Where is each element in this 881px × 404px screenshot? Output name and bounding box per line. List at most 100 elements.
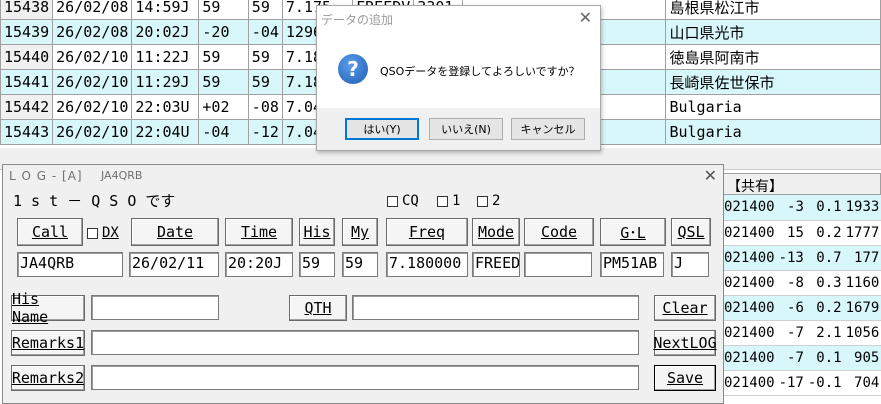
table-row[interactable]: 021400 -13 0.7 177 — [722, 245, 881, 271]
table-row[interactable]: 021400 -8 0.3 1160 — [722, 270, 881, 296]
call-field[interactable]: JA4QRB — [17, 252, 123, 277]
his-name-field[interactable] — [91, 295, 219, 320]
code-button[interactable]: Code — [524, 218, 594, 246]
cell-qth[interactable]: 島根県松江市 — [665, 0, 881, 20]
right-cell: -13 — [776, 245, 806, 271]
cell-date[interactable]: 26/02/10 — [52, 94, 133, 120]
cell-my[interactable]: -12 — [247, 119, 283, 145]
cell-date[interactable]: 26/02/08 — [52, 19, 133, 45]
nextlog-button[interactable]: NextLOG — [653, 330, 717, 356]
call-button[interactable]: Call — [17, 218, 83, 246]
table-row[interactable]: 021400 15 0.2 1777 — [722, 220, 881, 246]
table-row[interactable]: 021400 -3 0.1 1933 — [722, 195, 881, 221]
right-cell: 021400 — [722, 270, 777, 296]
right-cell: -7 — [776, 345, 806, 371]
cell-qth[interactable]: 山口県光市 — [665, 19, 881, 45]
gl-button[interactable]: G･L — [600, 218, 666, 246]
remarks1-field[interactable] — [91, 330, 639, 355]
qsl-field[interactable]: J — [671, 252, 709, 277]
right-cell: 1056 — [843, 320, 881, 346]
remarks2-field[interactable] — [91, 365, 639, 390]
cell-time[interactable]: 11:22J — [131, 44, 200, 70]
right-cell: 0.7 — [805, 245, 844, 271]
cell-num[interactable]: 15442 — [0, 94, 54, 120]
right-cell: -0.1 — [805, 370, 844, 396]
cell-time[interactable]: 11:29J — [131, 69, 200, 95]
cell-date[interactable]: 26/02/10 — [52, 69, 133, 95]
dx-checkbox[interactable]: DX — [87, 225, 119, 241]
right-cell: 0.2 — [805, 220, 844, 246]
save-button[interactable]: Save — [654, 365, 716, 391]
cell-date[interactable]: 26/02/10 — [52, 44, 133, 70]
freq-button[interactable]: Freq — [386, 218, 468, 246]
cancel-button[interactable]: キャンセル — [511, 118, 585, 140]
dialog-titlebar[interactable]: データの追加 ✕ — [317, 6, 600, 31]
my-field[interactable]: 59 — [342, 252, 378, 277]
cell-my[interactable]: 59 — [247, 0, 283, 20]
yes-button[interactable]: はい(Y) — [345, 118, 419, 140]
code-field[interactable] — [524, 252, 592, 277]
cell-my[interactable]: 59 — [247, 69, 283, 95]
table-row[interactable]: 021400 -7 2.1 1056 — [722, 320, 881, 346]
log-titlebar[interactable]: L O G - [A] JA4QRB ✕ — [3, 165, 723, 187]
qth-button[interactable]: QTH — [289, 295, 347, 321]
cell-date[interactable]: 26/02/10 — [52, 119, 133, 145]
cell-num[interactable]: 15443 — [0, 119, 54, 145]
close-icon[interactable]: ✕ — [579, 8, 592, 27]
close-icon[interactable]: ✕ — [704, 166, 717, 185]
gl-field[interactable]: PM51AB — [600, 252, 664, 277]
time-field[interactable]: 20:20J — [225, 252, 293, 277]
cell-qth[interactable]: Bulgaria — [665, 119, 881, 145]
his-name-button[interactable]: His Name — [11, 290, 85, 326]
cell-qth[interactable]: 徳島県阿南市 — [665, 44, 881, 70]
cell-qth[interactable]: Bulgaria — [665, 94, 881, 120]
cell-date[interactable]: 26/02/08 — [52, 0, 133, 20]
cell-his[interactable]: -04 — [198, 119, 249, 145]
freq-field[interactable]: 7.180000 — [386, 252, 468, 277]
cell-my[interactable]: -08 — [247, 94, 283, 120]
no-button[interactable]: いいえ(N) — [429, 118, 503, 140]
remarks1-button[interactable]: Remarks1 — [11, 330, 85, 356]
right-table: 021400 -3 0.1 1933 021400 15 0.2 1777 021400 -13 0… — [722, 195, 881, 396]
cell-my[interactable]: -04 — [247, 19, 283, 45]
cell-my[interactable]: 59 — [247, 44, 283, 70]
his-field[interactable]: 59 — [299, 252, 335, 277]
cell-time[interactable]: 22:03U — [131, 94, 200, 120]
table-row[interactable]: 021400 -6 0.2 1679 — [722, 295, 881, 321]
cell-num[interactable]: 15441 — [0, 69, 54, 95]
right-cell: 905 — [843, 345, 881, 371]
clear-button[interactable]: Clear — [654, 295, 716, 321]
mode-field[interactable]: FREEDV — [472, 252, 520, 277]
dialog-footer: はい(Y) いいえ(N) キャンセル — [317, 108, 600, 150]
one-checkbox[interactable]: 1 — [437, 193, 460, 209]
cell-his[interactable]: 59 — [198, 44, 249, 70]
cell-qth[interactable]: 長崎県佐世保市 — [665, 69, 881, 95]
remarks2-button[interactable]: Remarks2 — [11, 365, 85, 391]
date-field[interactable]: 26/02/11 — [129, 252, 219, 277]
two-label: 2 — [492, 193, 501, 209]
two-checkbox[interactable]: 2 — [477, 193, 500, 209]
cell-time[interactable]: 22:04U — [131, 119, 200, 145]
right-cell: 021400 — [722, 295, 777, 321]
table-row[interactable]: 021400 -17 -0.1 704 — [722, 370, 881, 396]
right-cell: 021400 — [722, 195, 777, 221]
cell-his[interactable]: +02 — [198, 94, 249, 120]
time-button[interactable]: Time — [225, 218, 293, 246]
cell-num[interactable]: 15438 — [0, 0, 54, 20]
cell-his[interactable]: -20 — [198, 19, 249, 45]
cq-checkbox[interactable]: CQ — [387, 193, 419, 209]
mode-button[interactable]: Mode — [472, 218, 520, 246]
cell-num[interactable]: 15440 — [0, 44, 54, 70]
qsl-button[interactable]: QSL — [671, 218, 711, 246]
my-button[interactable]: My — [342, 218, 378, 246]
table-row[interactable]: 021400 -7 0.1 905 — [722, 345, 881, 371]
qth-field[interactable] — [352, 295, 639, 320]
his-button[interactable]: His — [299, 218, 335, 246]
cell-time[interactable]: 14:59J — [131, 0, 200, 20]
date-button[interactable]: Date — [131, 218, 219, 246]
cell-his[interactable]: 59 — [198, 69, 249, 95]
cell-num[interactable]: 15439 — [0, 19, 54, 45]
cell-time[interactable]: 20:02J — [131, 19, 200, 45]
right-cell: 15 — [776, 220, 806, 246]
cell-his[interactable]: 59 — [198, 0, 249, 20]
